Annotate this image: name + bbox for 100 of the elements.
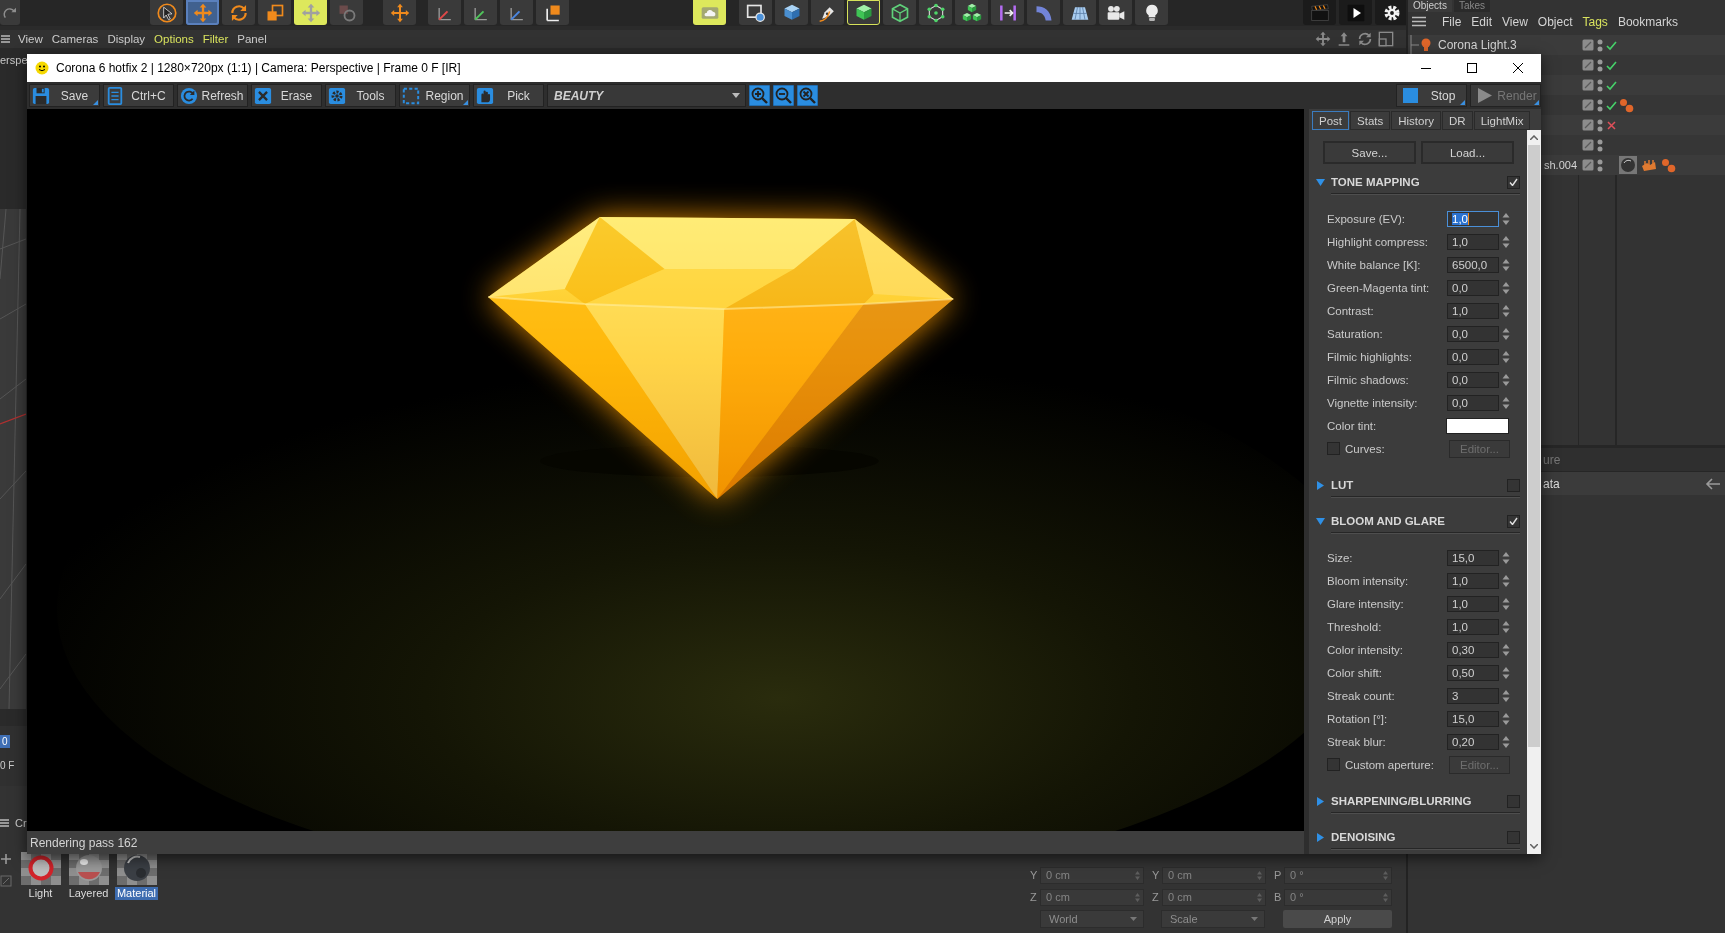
two-balls-icon[interactable]: [1619, 97, 1634, 113]
checkbox[interactable]: [1507, 478, 1520, 492]
menu-item[interactable]: Filter: [202, 33, 229, 45]
menu-item[interactable]: Panel: [237, 33, 267, 45]
menu-icon[interactable]: [1412, 16, 1426, 27]
toolbar-button[interactable]: [1339, 0, 1372, 25]
slash-square-icon[interactable]: [0, 875, 12, 887]
two-balls-icon[interactable]: [1661, 157, 1676, 173]
panel-tab[interactable]: Post: [1312, 111, 1349, 130]
frame-marker[interactable]: 0: [0, 735, 10, 748]
menu-item[interactable]: Tags: [1582, 14, 1608, 29]
toolbar-button[interactable]: Region: [399, 84, 470, 107]
section-title[interactable]: DENOISING: [1331, 831, 1507, 843]
number-field[interactable]: 1,0: [1447, 618, 1499, 635]
close-icon[interactable]: [1513, 63, 1523, 73]
chevron-down-icon[interactable]: [1530, 844, 1538, 849]
menu-item[interactable]: Options: [154, 33, 194, 45]
maximize-icon[interactable]: [1467, 63, 1477, 73]
plus-icon[interactable]: [0, 853, 12, 865]
four-arrows-icon[interactable]: [1315, 31, 1331, 47]
slash-square-icon[interactable]: [1582, 79, 1594, 91]
material-sphere-icon[interactable]: [116, 852, 157, 885]
menu-item[interactable]: Edit: [1471, 14, 1493, 29]
number-field[interactable]: 0,0: [1447, 371, 1499, 388]
apply-button[interactable]: Apply: [1283, 910, 1392, 928]
menu-item[interactable]: Cameras: [51, 33, 99, 45]
toolbar-button[interactable]: Pick: [473, 84, 544, 107]
panel-tab[interactable]: Stats: [1350, 111, 1391, 130]
dots-icon[interactable]: [1597, 138, 1603, 152]
checkmark-icon[interactable]: [1606, 79, 1617, 91]
disclosure-triangle-icon[interactable]: [1316, 517, 1325, 526]
checkmark-icon[interactable]: [1606, 59, 1617, 71]
number-field[interactable]: 3: [1447, 687, 1499, 704]
zoom-out-icon[interactable]: [773, 85, 794, 106]
checkbox[interactable]: [1507, 794, 1520, 808]
toolbar-button[interactable]: [1099, 0, 1132, 25]
disclosure-triangle-icon[interactable]: [1316, 178, 1325, 187]
checkbox[interactable]: [1507, 830, 1520, 844]
panel-tab[interactable]: History: [1391, 111, 1441, 130]
material-name[interactable]: Layered: [66, 887, 111, 900]
panel-button[interactable]: Load...: [1421, 141, 1514, 164]
left-arrow-icon[interactable]: [1705, 477, 1721, 490]
number-field[interactable]: 15,0: [1447, 549, 1499, 566]
zoom-reset-icon[interactable]: [797, 85, 818, 106]
section-title[interactable]: BLOOM AND GLARE: [1331, 515, 1507, 527]
number-field[interactable]: 0,20: [1447, 733, 1499, 750]
toolbar-button[interactable]: [955, 0, 988, 25]
panel-tab[interactable]: Takes: [1453, 0, 1491, 12]
number-field[interactable]: 1,0: [1447, 595, 1499, 612]
crown-icon[interactable]: [1641, 158, 1657, 172]
menu-item[interactable]: Cr: [15, 817, 27, 829]
dots-icon[interactable]: [1597, 38, 1603, 52]
material-sphere-icon[interactable]: [20, 852, 61, 885]
number-field[interactable]: 0,30: [1447, 641, 1499, 658]
attribute-tab[interactable]: ata: [1543, 476, 1560, 491]
menu-item[interactable]: File: [1442, 14, 1462, 29]
panel-button[interactable]: Save...: [1323, 141, 1416, 164]
menu-item[interactable]: View: [1502, 14, 1528, 29]
menu-item[interactable]: Display: [107, 33, 146, 45]
toolbar-button[interactable]: Stop: [1396, 84, 1467, 107]
scrollbar-thumb[interactable]: [1528, 145, 1540, 747]
panel-tab[interactable]: DR: [1442, 111, 1473, 130]
number-field[interactable]: 1,0: [1447, 210, 1499, 227]
toolbar-button[interactable]: Refresh: [177, 84, 248, 107]
number-field[interactable]: 0,50: [1447, 664, 1499, 681]
toolbar-button[interactable]: Erase: [251, 84, 322, 107]
slash-square-icon[interactable]: [1582, 139, 1594, 151]
checkmark-icon[interactable]: [1606, 99, 1617, 111]
toolbar-button[interactable]: [536, 0, 569, 25]
scrollbar[interactable]: [1527, 130, 1541, 854]
dots-icon[interactable]: [1597, 98, 1603, 112]
zoom-in-icon[interactable]: [749, 85, 770, 106]
rotate-icon[interactable]: [1357, 31, 1373, 47]
channel-dropdown[interactable]: BEAUTY: [547, 84, 746, 107]
toolbar-button[interactable]: Tools: [325, 84, 396, 107]
number-field[interactable]: 15,0: [1447, 710, 1499, 727]
dropdown[interactable]: Scale: [1161, 910, 1265, 928]
checkbox[interactable]: [1327, 758, 1340, 771]
number-field[interactable]: 6500,0: [1447, 256, 1499, 273]
toolbar-button[interactable]: [1375, 0, 1406, 25]
number-field[interactable]: 1,0: [1447, 302, 1499, 319]
disclosure-triangle-icon[interactable]: [1316, 833, 1325, 842]
disclosure-triangle-icon[interactable]: [1316, 481, 1325, 490]
slash-square-icon[interactable]: [1582, 99, 1594, 111]
number-field[interactable]: 0,0: [1447, 348, 1499, 365]
up-arrow-icon[interactable]: [1336, 31, 1352, 47]
material-name[interactable]: Material: [114, 887, 159, 900]
toolbar-button[interactable]: Ctrl+C: [103, 84, 174, 107]
color-swatch[interactable]: [1446, 417, 1509, 434]
toolbar-button[interactable]: [811, 0, 844, 25]
menu-item[interactable]: View: [18, 33, 43, 45]
menu-item[interactable]: Object: [1537, 14, 1573, 29]
panel-tab[interactable]: LightMix: [1473, 111, 1531, 130]
menu-icon[interactable]: [1, 35, 10, 43]
checkbox[interactable]: [1507, 514, 1520, 528]
toolbar-button[interactable]: [775, 0, 808, 25]
toolbar-button[interactable]: [739, 0, 772, 25]
dots-icon[interactable]: [1597, 78, 1603, 92]
slash-square-icon[interactable]: [1582, 59, 1594, 71]
toolbar-button[interactable]: [883, 0, 916, 25]
